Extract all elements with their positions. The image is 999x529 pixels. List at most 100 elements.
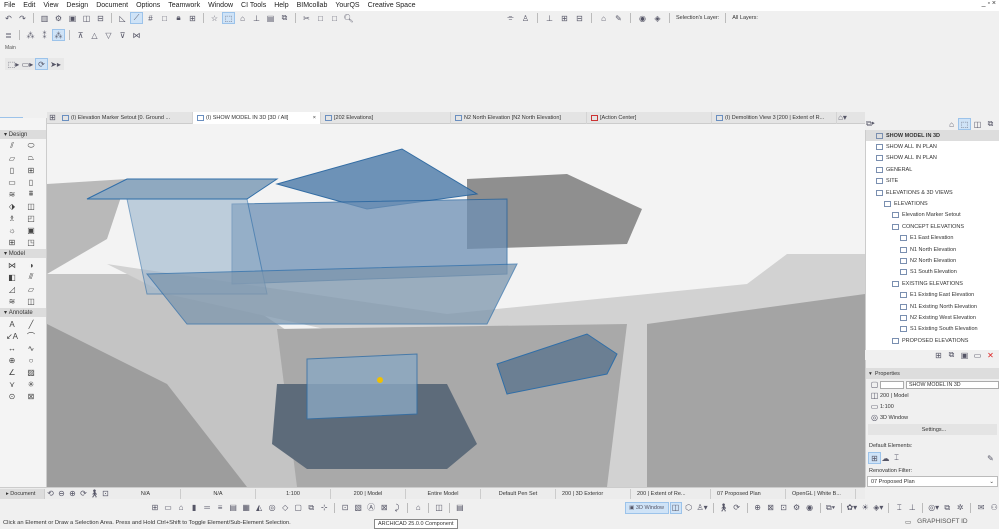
navigator-item[interactable]: SHOW ALL IN PLAN [866,141,999,152]
renovation-filter-select[interactable]: 07 Proposed Plan ⌄ [867,476,998,487]
fill-icon[interactable]: ▤ [228,503,238,513]
navigator-item[interactable]: ELEVATIONS & 3D VIEWS [866,187,999,198]
render-icon[interactable]: ✿▾ [846,503,857,513]
door-tool-icon[interactable]: ▯ [4,165,20,175]
clone-icon[interactable]: ⧉ [946,350,957,360]
send-back-icon[interactable]: ⊽ [117,30,128,40]
object-tool-icon[interactable]: ♗ [4,213,20,223]
roof-tool-icon[interactable]: ⏢ [23,153,39,163]
users-icon[interactable]: ⚇ [989,503,999,513]
shading-icon[interactable]: ◈▾ [873,503,883,513]
rotate-view-icon[interactable]: ⟲ [45,489,56,499]
stair2-tool-icon[interactable]: ≋ [4,296,20,306]
zone-tool-icon[interactable]: ◰ [23,213,39,223]
properties-header[interactable]: ▾ Properties [866,368,999,379]
home-icon[interactable]: ⌂ [413,503,423,513]
lamp-tool-icon[interactable]: ☼ [4,225,20,235]
hotspot-tool-icon[interactable]: ✳ [23,379,39,389]
ruler-icon[interactable]: ◺ [117,13,128,23]
opening-tool-icon[interactable]: ◳ [23,237,39,247]
circle-icon[interactable]: ◎ [267,503,277,513]
default-wall-icon[interactable]: ⊞ [868,452,881,464]
sun-icon[interactable]: ☀ [860,503,870,513]
zoom-out-icon[interactable]: ⊖ [56,489,67,499]
layers-icon[interactable]: ⧉▾ [826,503,836,513]
menu-creative-space[interactable]: Creative Space [368,2,416,9]
navigator-item[interactable]: N2 Existing West Elevation [866,312,999,323]
navigator-item[interactable]: Elevation Marker Setout [866,210,999,221]
dimension-tool-icon[interactable]: ↔ [4,343,20,353]
filter-icon[interactable]: ⚙ [792,503,802,513]
navigator-item[interactable]: S1 Existing South Elevation [866,324,999,335]
toolbox-section-annotate[interactable]: ▾ Annotate [0,308,46,317]
table-icon[interactable]: ⊞ [187,13,198,23]
navigator-item[interactable]: N1 Existing North Elevation [866,301,999,312]
close-icon[interactable]: × [313,115,316,121]
tab-overview-icon[interactable]: ⊞ [47,113,58,123]
wall-tool-icon[interactable]: ⫽ [4,141,20,151]
default-column-icon[interactable]: ⌶ [891,453,902,463]
scale-selector[interactable]: 1:100 [256,488,331,499]
group-icon[interactable]: ⁂ [25,30,36,40]
graphisoft-id[interactable]: ▭ GRAPHISOFT ID [905,518,968,526]
morph-tool-icon[interactable]: ⋈ [4,260,20,270]
layout-icon[interactable]: ⊟ [95,13,106,23]
plane-tool-icon[interactable]: ◿ [4,284,20,294]
window-icon[interactable]: ▣ [67,13,78,23]
layout-book-icon[interactable]: ▤ [265,13,276,23]
grid-icon[interactable]: ⊹ [319,503,329,513]
add-icon[interactable]: ⊞ [559,13,570,23]
window-icon[interactable]: ⧉ [306,503,316,513]
menu-yourqs[interactable]: YourQS [335,2,359,9]
undo-icon[interactable]: ↶ [3,13,14,23]
line-tool-icon[interactable]: ╱ [23,319,39,329]
na-field-2[interactable]: N/A [181,488,256,499]
orbit-icon[interactable]: ⟳ [732,503,742,513]
geometry-icon[interactable]: ⬚▸ [8,59,20,69]
column2-tool-icon[interactable]: ▯ [23,177,39,187]
window-tool-icon[interactable]: ⊞ [23,165,39,175]
zoom-in-icon[interactable]: ⊕ [67,489,78,499]
save-view-icon[interactable]: ▣ [959,350,970,360]
camera-icon[interactable]: ◎▾ [928,503,939,513]
section-icon[interactable]: ⊥ [251,13,262,23]
stack-icon[interactable]: ≣ [3,30,14,40]
perspective-icon[interactable]: ◫ [669,501,682,514]
navigator-item[interactable]: SHOW MODEL IN 3D [866,130,999,142]
navigator-item[interactable]: N1 North Elevation [866,244,999,255]
model-view-selector[interactable]: Entire Model [406,488,481,499]
default-slab-icon[interactable]: ☁ [880,453,891,463]
frame-tool-icon[interactable]: ◫ [23,296,39,306]
menu-ci-tools[interactable]: CI Tools [241,2,266,9]
redo-icon[interactable]: ↷ [17,13,28,23]
book-icon[interactable]: ◫ [434,503,444,513]
menu-edit[interactable]: Edit [23,2,35,9]
abc-icon[interactable]: Ⓐ [366,503,376,513]
eye-icon[interactable]: ◉ [805,503,815,513]
column-icon[interactable]: ▮ [189,503,199,513]
radial-dim-tool-icon[interactable]: ⋎ [4,379,20,389]
tab-demolition-view[interactable]: (I) Demolition View 3 [200 | Extent of R… [712,111,837,124]
toolbox-section-document[interactable]: ▸ Document [0,488,45,499]
arrow-icon[interactable]: ➤▸ [50,59,61,69]
window-controls[interactable]: _ ▫ × [982,0,996,7]
edit-defaults-icon[interactable]: ✎ [985,453,996,463]
hatch-icon[interactable]: ◭ [254,503,264,513]
marquee-icon[interactable]: ⊡ [779,503,789,513]
level-dim-tool-icon[interactable]: ⊕ [4,355,20,365]
na-field-1[interactable]: N/A [111,488,181,499]
column-tool-icon[interactable]: ▱ [4,153,20,163]
arc-tool-icon[interactable]: ⌒ [23,331,39,341]
menu-window[interactable]: Window [208,2,233,9]
user-icon[interactable]: ♙ [520,13,531,23]
fill-tool-icon[interactable]: ▨ [23,367,39,377]
edit-icon[interactable]: ✎ [613,13,624,23]
view-map-icon[interactable]: ⬚ [958,118,971,130]
star-icon[interactable]: ☆ [209,13,220,23]
marker-icon[interactable]: ⊥ [907,503,917,513]
circle-tool-icon[interactable]: ○ [23,355,39,365]
navigator-item[interactable]: SITE [866,176,999,187]
chat-icon[interactable]: ✉ [976,503,986,513]
chart-icon[interactable]: ▥ [39,13,50,23]
layer-combination[interactable]: 200 | Model [880,393,909,399]
